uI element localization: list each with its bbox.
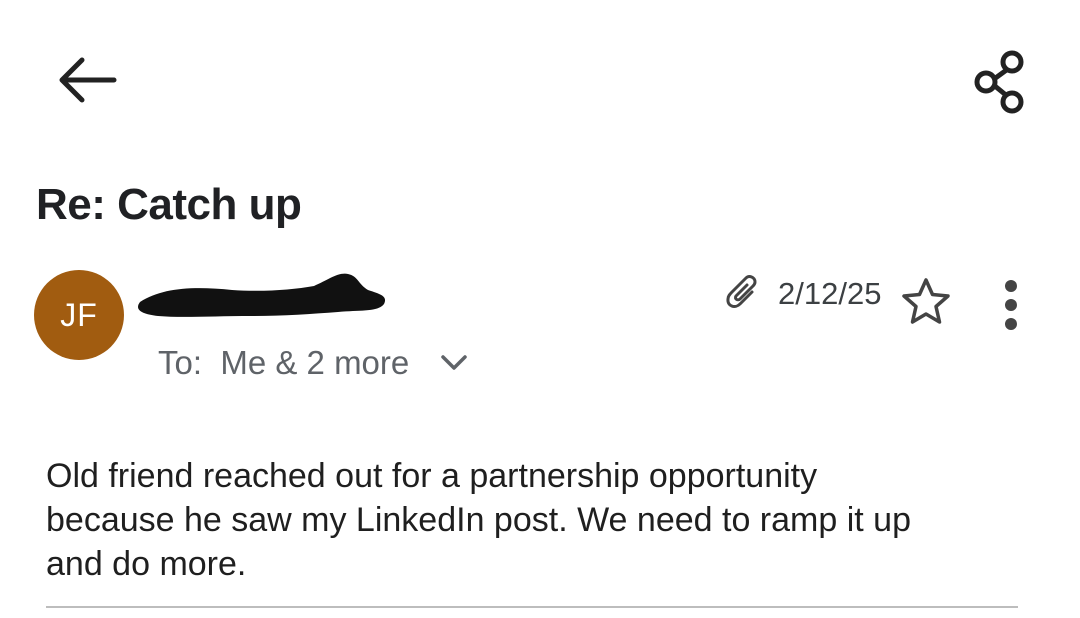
email-subject: Re: Catch up: [36, 180, 302, 229]
share-icon: [974, 50, 1024, 114]
share-button[interactable]: [968, 44, 1034, 120]
more-vert-icon: [1005, 280, 1017, 330]
chevron-down-icon: [441, 355, 468, 370]
back-button[interactable]: [52, 52, 122, 108]
arrow-left-icon: [59, 57, 117, 103]
star-outline-icon: [902, 278, 950, 324]
email-body: Old friend reached out for a partnership…: [46, 457, 911, 583]
recipients-label: To: Me & 2 more: [158, 344, 410, 381]
recipients-toggle[interactable]: To: Me & 2 more: [158, 344, 469, 382]
divider: [46, 606, 1018, 608]
paperclip-icon: [722, 272, 762, 312]
star-button[interactable]: [898, 276, 954, 328]
more-options-button[interactable]: [994, 278, 1028, 334]
email-date: 2/12/25: [778, 276, 882, 311]
sender-avatar[interactable]: JF: [34, 270, 124, 360]
sender-name-redacted: [132, 266, 394, 328]
